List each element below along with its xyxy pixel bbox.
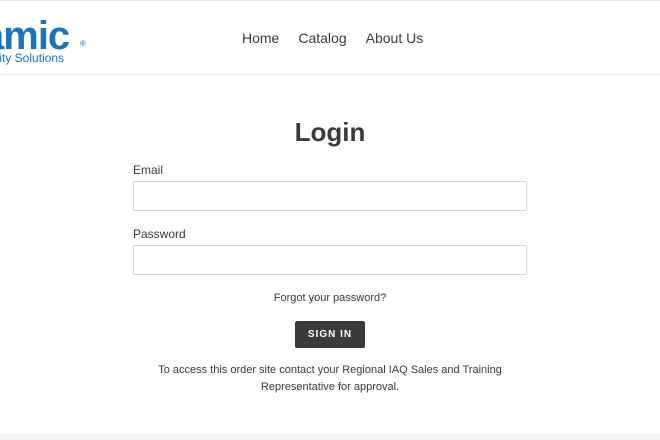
access-note: To access this order site contact your R…	[158, 364, 502, 393]
sign-in-button[interactable]: SIGN IN	[295, 321, 365, 348]
main-nav: Home Catalog About Us	[242, 30, 423, 47]
page-title: Login	[294, 117, 366, 147]
nav-link-home[interactable]: Home	[242, 30, 279, 47]
email-label: Email	[133, 163, 164, 177]
logo-wordmark: amic	[0, 14, 70, 58]
brand-logo[interactable]: amic ® ality Solutions	[0, 12, 100, 66]
footer-divider	[0, 434, 660, 440]
email-field[interactable]	[133, 181, 527, 211]
logo-registered-mark: ®	[80, 39, 86, 48]
logo-tagline: ality Solutions	[0, 51, 65, 65]
forgot-password-link[interactable]: Forgot your password?	[0, 291, 660, 305]
site-header: amic ® ality Solutions Home Catalog Abou…	[0, 0, 660, 75]
nav-link-catalog[interactable]: Catalog	[298, 30, 346, 47]
password-label: Password	[133, 227, 186, 241]
password-field[interactable]	[133, 245, 527, 275]
nav-link-about-us[interactable]: About Us	[366, 30, 424, 47]
login-page: amic ® ality Solutions Home Catalog Abou…	[0, 0, 660, 440]
